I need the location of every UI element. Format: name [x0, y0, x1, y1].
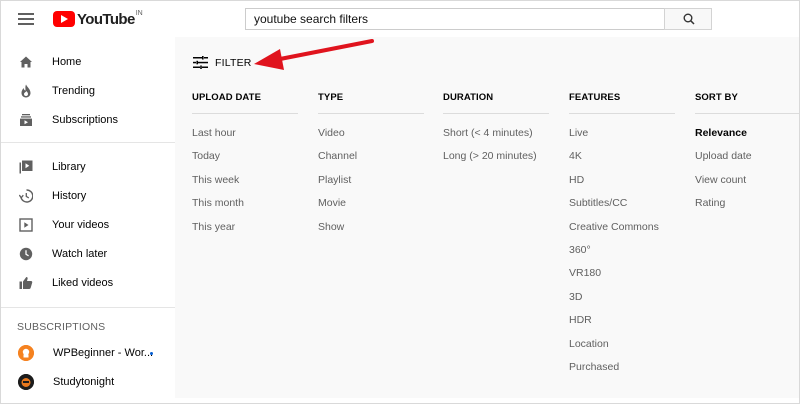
sort-option[interactable]: Upload date: [695, 150, 800, 173]
filter-option[interactable]: HDR: [569, 314, 675, 337]
new-content-dot-icon: [150, 352, 153, 355]
sidebar-item-home[interactable]: Home: [1, 49, 175, 75]
filter-option[interactable]: 3D: [569, 291, 675, 314]
search-button[interactable]: [664, 8, 712, 30]
youtube-logo[interactable]: YouTube IN: [53, 9, 143, 28]
logo-country-code: IN: [135, 9, 143, 17]
filter-option[interactable]: Channel: [318, 150, 424, 173]
filter-option[interactable]: VR180: [569, 267, 675, 290]
filter-option[interactable]: Short (< 4 minutes): [443, 127, 549, 150]
filter-option[interactable]: 360°: [569, 244, 675, 267]
filter-option[interactable]: Playlist: [318, 174, 424, 197]
subscription-label: Studytonight: [53, 376, 115, 388]
filter-column-features: FEATURES Live 4K HD Subtitles/CC Creativ…: [569, 92, 675, 384]
column-divider: [569, 113, 675, 114]
sidebar-item-label: Liked videos: [52, 277, 114, 289]
channel-avatar: [18, 345, 34, 361]
clock-icon: [18, 246, 34, 262]
sidebar-divider: [1, 307, 175, 308]
column-divider: [695, 113, 799, 114]
filter-option[interactable]: This year: [192, 221, 298, 244]
column-header: UPLOAD DATE: [192, 92, 262, 103]
filter-option[interactable]: Live: [569, 127, 675, 150]
youtube-logo-icon: [53, 11, 75, 27]
filter-option[interactable]: 4K: [569, 150, 675, 173]
filter-option[interactable]: Movie: [318, 197, 424, 220]
history-icon: [18, 188, 34, 204]
subscriptions-heading: SUBSCRIPTIONS: [17, 321, 106, 333]
hamburger-menu-icon[interactable]: [18, 13, 34, 25]
channel-avatar: [18, 374, 34, 390]
logo-text: YouTube: [77, 10, 135, 28]
sidebar-divider: [1, 142, 175, 143]
annotation-arrow-icon: [254, 39, 374, 70]
sidebar-item-your-videos[interactable]: Your videos: [1, 212, 175, 238]
filter-column-type: TYPE Video Channel Playlist Movie Show: [318, 92, 424, 244]
search-icon: [683, 13, 695, 25]
filter-option[interactable]: Subtitles/CC: [569, 197, 675, 220]
filter-option[interactable]: Location: [569, 338, 675, 361]
home-icon: [18, 54, 34, 70]
filter-option[interactable]: HD: [569, 174, 675, 197]
sidebar-item-label: Trending: [52, 85, 96, 97]
filter-option[interactable]: This month: [192, 197, 298, 220]
filter-option[interactable]: Creative Commons: [569, 221, 675, 244]
flame-icon: [18, 83, 34, 99]
thumbs-up-icon: [18, 275, 34, 291]
subscription-label: WPBeginner - Wor...: [53, 347, 154, 359]
subscriptions-icon: [18, 112, 34, 128]
filter-option[interactable]: Long (> 20 minutes): [443, 150, 549, 173]
search-filter-panel: FILTER UPLOAD DATE Last hour Today This …: [175, 37, 799, 398]
filter-option[interactable]: This week: [192, 174, 298, 197]
sidebar-item-label: History: [52, 190, 87, 202]
sort-option[interactable]: Rating: [695, 197, 800, 220]
filter-option[interactable]: Show: [318, 221, 424, 244]
panel-bottom-edge: [175, 398, 799, 403]
column-header: SORT BY: [695, 92, 738, 103]
library-icon: [18, 159, 34, 175]
sidebar-item-history[interactable]: History: [1, 183, 175, 209]
filter-option[interactable]: Video: [318, 127, 424, 150]
column-divider: [443, 113, 549, 114]
masthead: YouTube IN youtube search filters: [1, 1, 799, 37]
filter-column-duration: DURATION Short (< 4 minutes) Long (> 20 …: [443, 92, 549, 174]
column-header: FEATURES: [569, 92, 621, 103]
column-divider: [192, 113, 298, 114]
subscription-item[interactable]: Studytonight: [1, 370, 175, 394]
filter-column-upload-date: UPLOAD DATE Last hour Today This week Th…: [192, 92, 298, 244]
search-input[interactable]: youtube search filters: [245, 8, 665, 30]
sort-option[interactable]: View count: [695, 174, 800, 197]
sidebar-item-liked-videos[interactable]: Liked videos: [1, 270, 175, 296]
filter-option[interactable]: Today: [192, 150, 298, 173]
sidebar-item-label: Watch later: [52, 248, 108, 260]
sidebar-item-library[interactable]: Library: [1, 154, 175, 180]
sidebar-item-subscriptions[interactable]: Subscriptions: [1, 107, 175, 133]
column-header: DURATION: [443, 92, 494, 103]
sidebar-item-label: Library: [52, 161, 86, 173]
column-header: TYPE: [318, 92, 344, 103]
sidebar-item-watch-later[interactable]: Watch later: [1, 241, 175, 267]
filter-option[interactable]: Purchased: [569, 361, 675, 384]
filter-sliders-icon: [193, 56, 208, 69]
your-videos-icon: [18, 217, 34, 233]
sidebar-item-label: Home: [52, 56, 82, 68]
sort-option-selected[interactable]: Relevance: [695, 127, 800, 150]
filter-option[interactable]: Last hour: [192, 127, 298, 150]
subscription-item[interactable]: WPBeginner - Wor...: [1, 341, 175, 365]
sidebar-item-label: Subscriptions: [52, 114, 119, 126]
sidebar: Home Trending Subscriptions Library Hist…: [1, 37, 175, 403]
sidebar-item-label: Your videos: [52, 219, 110, 231]
filter-column-sort-by: SORT BY Relevance Upload date View count…: [695, 92, 800, 221]
sidebar-item-trending[interactable]: Trending: [1, 78, 175, 104]
column-divider: [318, 113, 424, 114]
